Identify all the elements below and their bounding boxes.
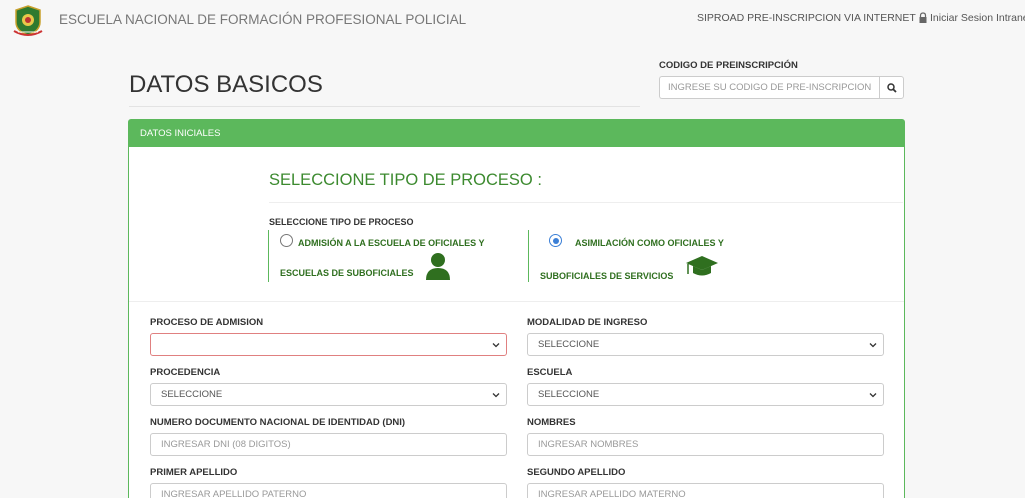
procedencia-select[interactable]: SELECCIONE [150, 383, 507, 406]
process-option-admision[interactable]: ADMISIÓN A LA ESCUELA DE OFICIALES Y ESC… [268, 230, 508, 282]
datos-iniciales-panel: DATOS INICIALES SELECCIONE TIPO DE PROCE… [128, 119, 905, 498]
procedencia-value: SELECCIONE [161, 389, 223, 400]
segundo-apellido-input[interactable] [527, 483, 884, 498]
proceso-admision-label: PROCESO DE ADMISION [150, 317, 264, 328]
proceso-admision-select[interactable] [150, 333, 507, 356]
page-title: DATOS BASICOS [129, 71, 323, 98]
chevron-down-icon [869, 393, 877, 398]
process-title-divider [269, 202, 903, 203]
user-icon [426, 253, 450, 280]
options-divider [129, 301, 904, 302]
process-option-asimilacion[interactable]: ASIMILACIÓN COMO OFICIALES Y SUBOFICIALE… [528, 230, 768, 282]
process-type-title: SELECCIONE TIPO DE PROCESO : [269, 171, 542, 189]
chevron-down-icon [492, 343, 500, 348]
brand-title[interactable]: ESCUELA NACIONAL DE FORMACIÓN PROFESIONA… [59, 12, 466, 27]
dni-label: NUMERO DOCUMENTO NACIONAL DE IDENTIDAD (… [150, 417, 406, 428]
nav-link-login-label: Iniciar Sesion Intranet [930, 12, 1025, 24]
option-asimilacion-line2: SUBOFICIALES DE SERVICIOS [540, 271, 674, 281]
chevron-down-icon [869, 343, 877, 348]
option-admision-line2: ESCUELAS DE SUBOFICIALES [280, 268, 414, 278]
segundo-apellido-label: SEGUNDO APELLIDO [527, 467, 626, 478]
code-search-input[interactable] [659, 76, 879, 99]
lock-icon [919, 12, 927, 23]
option-asimilacion-line1: ASIMILACIÓN COMO OFICIALES Y [575, 238, 724, 248]
procedencia-label: PROCEDENCIA [150, 367, 221, 378]
nombres-input[interactable] [527, 433, 884, 456]
nav-link-login[interactable]: Iniciar Sesion Intranet [917, 12, 1025, 24]
escuela-label: ESCUELA [527, 367, 573, 378]
escuela-value: SELECCIONE [538, 389, 600, 400]
police-emblem-logo[interactable] [10, 4, 46, 37]
primer-apellido-input[interactable] [150, 483, 507, 498]
radio-asimilacion[interactable] [549, 234, 562, 247]
chevron-down-icon [492, 393, 500, 398]
option-admision-line1: ADMISIÓN A LA ESCUELA DE OFICIALES Y [298, 238, 485, 248]
title-divider [129, 106, 640, 107]
nav-link-preinscripcion[interactable]: SIPROAD PRE-INSCRIPCION VIA INTERNET [697, 12, 916, 24]
radio-admision[interactable] [280, 234, 293, 247]
panel-heading: DATOS INICIALES [129, 120, 904, 147]
code-search-label: CODIGO DE PREINSCRIPCIÓN [659, 60, 798, 71]
modalidad-ingreso-value: SELECCIONE [538, 339, 600, 350]
modalidad-ingreso-label: MODALIDAD DE INGRESO [527, 317, 648, 328]
nombres-label: NOMBRES [527, 417, 576, 428]
modalidad-ingreso-select[interactable]: SELECCIONE [527, 333, 884, 356]
top-navbar: ESCUELA NACIONAL DE FORMACIÓN PROFESIONA… [0, 0, 1025, 40]
code-search-button[interactable] [879, 76, 904, 99]
escuela-select[interactable]: SELECCIONE [527, 383, 884, 406]
search-icon [886, 82, 897, 93]
process-type-subtitle: SELECCIONE TIPO DE PROCESO [269, 217, 414, 227]
graduation-cap-icon [686, 256, 718, 276]
dni-input[interactable] [150, 433, 507, 456]
primer-apellido-label: PRIMER APELLIDO [150, 467, 238, 478]
